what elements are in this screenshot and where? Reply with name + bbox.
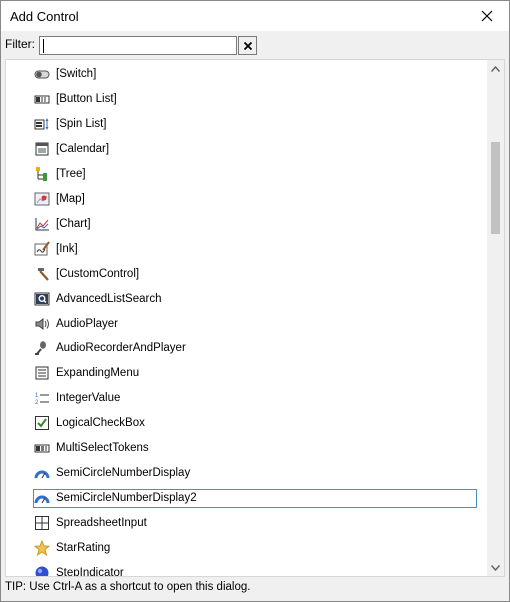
vertical-scrollbar[interactable]: [487, 60, 504, 576]
tree-icon: [36, 166, 47, 181]
list-item-label: AudioPlayer: [56, 317, 119, 330]
list-item-label: SpreadsheetInput: [56, 517, 147, 530]
list-item[interactable]: SemiCircleNumberDisplay: [6, 463, 488, 484]
list-item[interactable]: 1 2 IntegerValue: [6, 388, 488, 409]
list-item[interactable]: StepIndicator: [6, 563, 488, 577]
semicircle-gauge-icon: [34, 470, 50, 479]
list-item[interactable]: MultiSelectTokens: [6, 438, 488, 459]
scroll-down-button[interactable]: [487, 559, 504, 576]
scrollbar-thumb[interactable]: [491, 142, 500, 234]
svg-text:1: 1: [35, 393, 39, 399]
button-list-icon: [34, 95, 50, 104]
speaker-icon: [35, 317, 49, 330]
checkbox-icon: [35, 416, 49, 431]
list-item[interactable]: AudioPlayer: [6, 314, 488, 335]
list-item-label: SemiCircleNumberDisplay2: [56, 492, 197, 505]
list-item-label: AdvancedListSearch: [56, 292, 162, 305]
filter-row: Filter:: [1, 32, 509, 59]
chart-icon: [35, 217, 49, 231]
list-item-label: LogicalCheckBox: [56, 417, 145, 430]
map-icon: [34, 192, 50, 206]
list-item-label: AudioRecorderAndPlayer: [56, 342, 186, 355]
grid-icon: [35, 516, 49, 531]
list-item[interactable]: [Calendar]: [6, 139, 488, 160]
spin-list-icon: [34, 117, 49, 130]
add-control-dialog: Add Control Filter: [Switch] [Button List…: [0, 0, 510, 602]
menu-icon: [35, 366, 49, 380]
numbered-list-icon: 12: [35, 393, 49, 406]
list-item[interactable]: AdvancedListSearch: [6, 289, 488, 310]
filter-label: Filter:: [5, 37, 35, 51]
hammer-icon: [38, 267, 49, 281]
text-caret: [43, 39, 44, 53]
microphone-icon: [35, 341, 46, 356]
clear-filter-button[interactable]: [238, 36, 257, 55]
list-item[interactable]: [Button List]: [6, 89, 488, 110]
dialog-title: Add Control: [10, 9, 79, 24]
list-item-label: [Switch]: [56, 68, 97, 80]
list-item-label: StarRating: [56, 542, 111, 555]
control-list: [Switch] [Button List] [Spin List] [Calenda…: [5, 59, 505, 577]
list-item-label: ExpandingMenu: [56, 367, 140, 380]
list-item-label: [Map]: [56, 192, 85, 205]
close-icon: [481, 10, 493, 22]
list-item-label: [Calendar]: [56, 142, 110, 155]
blue-circle-icon: [35, 566, 49, 576]
list-item[interactable]: SpreadsheetInput: [6, 513, 488, 534]
svg-text:2: 2: [35, 400, 39, 406]
list-item[interactable]: [CustomControl]: [6, 264, 488, 285]
list-item-label: [Ink]: [56, 242, 78, 255]
list-item[interactable]: [Chart]: [6, 214, 488, 235]
filter-input[interactable]: [39, 36, 237, 55]
list-item[interactable]: [Ink]: [6, 239, 488, 260]
list-item[interactable]: [Spin List]: [6, 114, 488, 135]
list-item-label: [Chart]: [56, 217, 91, 230]
list-item-label: [Spin List]: [56, 117, 107, 130]
title-bar: Add Control: [1, 1, 509, 31]
clear-icon: [243, 41, 252, 50]
star-icon: [34, 540, 50, 557]
tokens-icon: [34, 444, 50, 453]
close-button[interactable]: [465, 1, 509, 31]
chevron-down-icon: [491, 564, 500, 571]
list-item-label: [CustomControl]: [56, 267, 140, 280]
chevron-up-icon: [491, 65, 500, 72]
list-item-label: SemiCircleNumberDisplay: [56, 467, 191, 480]
list-item-label: [Button List]: [56, 92, 117, 105]
tip-text: TIP: Use Ctrl-A as a shortcut to open th…: [5, 581, 251, 593]
list-item-label: StepIndicator: [56, 567, 124, 577]
list-item[interactable]: LogicalCheckBox: [6, 413, 488, 434]
ink-icon: [34, 241, 50, 256]
list-item[interactable]: SemiCircleNumberDisplay2: [6, 488, 488, 509]
list-item[interactable]: ExpandingMenu: [6, 363, 488, 384]
semicircle-gauge-icon: [34, 495, 50, 504]
list-item[interactable]: [Map]: [6, 189, 488, 210]
list-item-label: [Tree]: [56, 167, 86, 180]
search-list-icon: [34, 292, 50, 306]
list-item[interactable]: [Switch]: [6, 64, 488, 85]
list-item[interactable]: [Tree]: [6, 164, 488, 185]
list-item-label: MultiSelectTokens: [56, 442, 149, 455]
calendar-icon: [35, 142, 49, 156]
list-item[interactable]: AudioRecorderAndPlayer: [6, 338, 488, 359]
scroll-up-button[interactable]: [487, 60, 504, 77]
list-item-label: IntegerValue: [56, 392, 121, 405]
list-item[interactable]: StarRating: [6, 538, 488, 559]
switch-icon: [34, 70, 50, 79]
